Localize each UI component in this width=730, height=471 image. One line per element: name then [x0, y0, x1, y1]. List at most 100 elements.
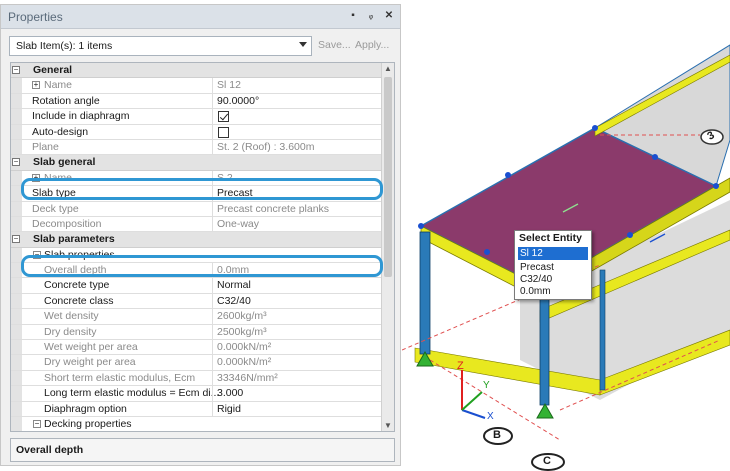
- x-axis: [461, 409, 486, 419]
- column-divider: [212, 324, 213, 340]
- column-divider: [212, 216, 213, 232]
- properties-panel: Properties ▪ ᵩ ✕ Slab Item(s): 1 items S…: [0, 4, 401, 466]
- property-value: 0.000kN/m²: [217, 356, 272, 369]
- category-row[interactable]: − General: [11, 63, 381, 79]
- scroll-up-icon[interactable]: ▲: [384, 64, 392, 73]
- property-row[interactable]: Dry weight per area 0.000kN/m²: [11, 355, 381, 371]
- property-name: Wet weight per area: [44, 341, 138, 354]
- property-row[interactable]: Dry density 2500kg/m³: [11, 324, 381, 341]
- popup-selected-item[interactable]: Sl 12: [518, 247, 588, 260]
- column-2: [539, 294, 550, 406]
- property-row[interactable]: Wet density 2600kg/m³: [11, 309, 381, 325]
- row-margin: [11, 247, 22, 263]
- property-value: St. 2 (Roof) : 3.600m: [217, 140, 315, 153]
- row-margin: [11, 355, 22, 370]
- popup-line-depth: 0.0mm: [520, 286, 551, 297]
- column-divider: [212, 109, 213, 124]
- property-value[interactable]: C32/40: [217, 295, 251, 307]
- popup-line-slab-type: Precast: [520, 262, 554, 273]
- expand-icon[interactable]: +: [32, 81, 40, 90]
- property-row[interactable]: Short term elastic modulus, Ecm 33346N/mm…: [11, 370, 381, 387]
- row-margin: [11, 78, 22, 93]
- panel-toolbar: Slab Item(s): 1 items Save... Apply...: [9, 36, 393, 56]
- collapse-icon[interactable]: −: [12, 235, 20, 244]
- category-row[interactable]: − Slab general: [11, 155, 381, 171]
- save-button[interactable]: Save...: [318, 39, 351, 51]
- property-name: Short term elastic modulus, Ecm: [44, 371, 196, 384]
- column-divider: [212, 340, 213, 355]
- row-margin: [11, 370, 22, 386]
- column-divider: [212, 386, 213, 401]
- collapse-icon[interactable]: −: [33, 419, 41, 428]
- property-row[interactable]: Diaphragm option Rigid: [11, 401, 381, 417]
- property-row[interactable]: + Name Sl 12: [11, 78, 381, 94]
- slab-type-highlight: [21, 178, 383, 200]
- property-value[interactable]: Normal: [217, 279, 251, 291]
- column-divider: [212, 309, 213, 324]
- description-title: Overall depth: [16, 444, 84, 456]
- apply-button[interactable]: Apply...: [355, 39, 389, 51]
- row-margin: [11, 293, 22, 309]
- collapse-icon[interactable]: −: [12, 158, 20, 167]
- column-divider: [212, 293, 213, 309]
- row-margin: [11, 216, 22, 232]
- collapse-icon[interactable]: −: [12, 66, 20, 74]
- axis-label-y: Y: [483, 380, 490, 391]
- property-name: Decomposition: [32, 217, 102, 230]
- property-rows: − General + Name Sl 12 Rotation angle 90.0000°…: [11, 63, 381, 431]
- axis-label-z: Z: [457, 360, 464, 372]
- dock-icon[interactable]: ᵩ: [366, 10, 376, 21]
- column-divider: [212, 278, 213, 293]
- property-name: Plane: [32, 140, 59, 153]
- property-row[interactable]: Decomposition One-way: [11, 216, 381, 233]
- property-value: 2600kg/m³: [217, 310, 267, 323]
- property-value[interactable]: 90.0000°: [217, 95, 259, 107]
- grid-label-b: B: [493, 429, 501, 441]
- column-3: [599, 269, 606, 391]
- property-row[interactable]: Plane St. 2 (Roof) : 3.600m: [11, 139, 381, 156]
- property-value: Sl 12: [217, 79, 241, 92]
- property-value: 2500kg/m³: [217, 325, 267, 338]
- chevron-down-icon[interactable]: [299, 42, 307, 47]
- close-icon[interactable]: ✕: [384, 10, 394, 21]
- property-row[interactable]: Concrete type Normal: [11, 278, 381, 294]
- column-divider: [212, 139, 213, 155]
- category-label: Slab parameters: [33, 233, 115, 246]
- property-row[interactable]: Include in diaphragm: [11, 109, 381, 125]
- property-value: 0.000kN/m²: [217, 341, 272, 354]
- property-checkbox[interactable]: [218, 111, 229, 123]
- property-name: Diaphragm option: [44, 402, 127, 415]
- property-grid: − General + Name Sl 12 Rotation angle 90.0000°…: [10, 62, 395, 432]
- row-margin: [11, 201, 22, 216]
- row-margin: [11, 139, 22, 155]
- popup-line-concrete-class: C32/40: [520, 274, 553, 285]
- property-value[interactable]: Rigid: [217, 403, 241, 415]
- property-value[interactable]: 3.000: [217, 387, 243, 399]
- property-row[interactable]: Wet weight per area 0.000kN/m²: [11, 340, 381, 356]
- property-row[interactable]: Long term elastic modulus = Ecm di... 3.0…: [11, 386, 381, 402]
- property-value: 33346N/mm²: [217, 371, 278, 384]
- property-value: Precast concrete planks: [217, 202, 330, 215]
- scroll-thumb[interactable]: [384, 77, 392, 277]
- property-grid-scrollbar[interactable]: ▲ ▼: [381, 63, 394, 431]
- property-row[interactable]: Auto-design: [11, 124, 381, 140]
- property-row[interactable]: Rotation angle 90.0000°: [11, 93, 381, 110]
- property-row[interactable]: Deck type Precast concrete planks: [11, 201, 381, 217]
- property-name: Long term elastic modulus = Ecm di...: [44, 387, 220, 400]
- pin-icon[interactable]: ▪: [348, 10, 358, 21]
- property-row[interactable]: Concrete class C32/40: [11, 293, 381, 310]
- row-margin: [11, 340, 22, 355]
- panel-title-bar: Properties ▪ ᵩ ✕: [1, 5, 400, 29]
- selection-dropdown[interactable]: Slab Item(s): 1 items: [9, 36, 312, 56]
- column-divider: [212, 401, 213, 416]
- property-checkbox[interactable]: [218, 126, 229, 138]
- property-row[interactable]: − Decking properties: [11, 416, 381, 431]
- category-row[interactable]: − Slab parameters: [11, 232, 381, 248]
- y-axis: [461, 391, 483, 411]
- overall-depth-highlight: [21, 255, 383, 277]
- scroll-down-icon[interactable]: ▼: [384, 421, 392, 430]
- property-name: Deck type: [32, 202, 79, 215]
- column-divider: [212, 355, 213, 370]
- column-divider: [212, 124, 213, 139]
- select-entity-popup[interactable]: Select Entity Sl 12 Precast C32/40 0.0mm: [514, 230, 592, 300]
